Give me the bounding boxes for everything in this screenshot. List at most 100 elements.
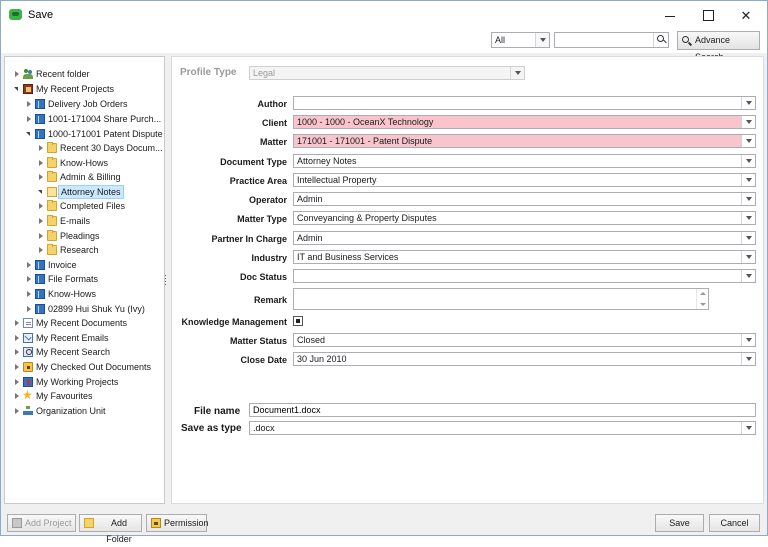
mail-icon: [23, 333, 33, 343]
matter-status-dropdown[interactable]: Closed: [293, 333, 756, 347]
chevron-down-icon[interactable]: [741, 116, 755, 128]
add-folder-button[interactable]: Add Folder: [79, 514, 142, 544]
chevron-down-icon[interactable]: [741, 270, 755, 282]
remark-textarea[interactable]: [293, 288, 709, 310]
matter-dropdown[interactable]: 171001 - 171001 - Patent Dispute: [293, 134, 756, 148]
expand-arrow-icon[interactable]: [13, 316, 21, 330]
save-as-type-value: .docx: [253, 423, 275, 433]
expand-arrow-icon[interactable]: [37, 156, 45, 170]
doc-status-label: Doc Status: [239, 272, 287, 282]
expand-arrow-icon[interactable]: [37, 229, 45, 243]
chevron-down-icon[interactable]: [741, 193, 755, 205]
search-scope-dropdown[interactable]: All: [491, 32, 550, 48]
file-name-label: File name: [194, 406, 241, 417]
star-icon: [22, 388, 33, 402]
file-name-box[interactable]: [249, 403, 756, 417]
book-icon: [35, 274, 45, 284]
search-box[interactable]: [554, 32, 669, 48]
collapse-arrow-icon[interactable]: [25, 127, 33, 141]
add-project-icon: [12, 518, 22, 528]
search-input[interactable]: [555, 33, 650, 47]
expand-arrow-icon[interactable]: [25, 112, 33, 126]
expand-arrow-icon[interactable]: [13, 389, 21, 403]
maximize-button[interactable]: [690, 1, 726, 30]
search-icon[interactable]: [653, 33, 668, 47]
chevron-down-icon[interactable]: [741, 422, 755, 434]
chevron-down-icon: [510, 67, 524, 79]
tree-item-label: Completed Files: [60, 201, 126, 211]
client-dropdown[interactable]: 1000 - 1000 - OceanX Technology: [293, 115, 756, 129]
add-project-button[interactable]: Add Project: [7, 514, 76, 532]
collapse-arrow-icon[interactable]: [37, 185, 45, 199]
operator-dropdown[interactable]: Admin: [293, 192, 756, 206]
chevron-down-icon[interactable]: [741, 155, 755, 167]
tree-item-label: Delivery Job Orders: [48, 99, 128, 109]
remark-scrollbar[interactable]: [696, 289, 708, 309]
chevron-down-icon[interactable]: [741, 251, 755, 263]
tree-item-label: Admin & Billing: [60, 172, 121, 182]
partner-in-charge-dropdown[interactable]: Admin: [293, 231, 756, 245]
save-button[interactable]: Save: [655, 514, 704, 532]
lock-icon: [151, 518, 161, 528]
expand-arrow-icon[interactable]: [37, 141, 45, 155]
expand-arrow-icon[interactable]: [25, 97, 33, 111]
expand-arrow-icon[interactable]: [13, 375, 21, 389]
expand-arrow-icon[interactable]: [13, 331, 21, 345]
chevron-down-icon[interactable]: [741, 174, 755, 186]
tree-item-label: Invoice: [48, 260, 77, 270]
tree-item-label: My Working Projects: [36, 377, 119, 387]
tree-item-label: My Recent Emails: [36, 333, 109, 343]
expand-arrow-icon[interactable]: [37, 214, 45, 228]
chevron-down-icon[interactable]: [741, 334, 755, 346]
tree-item-label: My Recent Projects: [36, 84, 115, 94]
chevron-down-icon[interactable]: [535, 33, 549, 47]
chevron-down-icon[interactable]: [741, 353, 755, 365]
minimize-button[interactable]: [652, 1, 688, 30]
expand-arrow-icon[interactable]: [37, 170, 45, 184]
folder-icon: [47, 157, 57, 168]
knowledge-management-checkbox[interactable]: [293, 316, 303, 326]
chevron-down-icon[interactable]: [741, 232, 755, 244]
close-date-picker[interactable]: 30 Jun 2010: [293, 352, 756, 366]
saved-search-icon: [23, 347, 33, 357]
expand-arrow-icon[interactable]: [37, 243, 45, 257]
search-scope-value: All: [495, 35, 506, 45]
expand-arrow-icon[interactable]: [13, 67, 21, 81]
chevron-down-icon[interactable]: [741, 97, 755, 109]
app-logo-icon: [9, 9, 22, 20]
industry-dropdown[interactable]: IT and Business Services: [293, 250, 756, 264]
expand-arrow-icon[interactable]: [37, 199, 45, 213]
expand-arrow-icon[interactable]: [25, 302, 33, 316]
matter-label: Matter: [259, 137, 287, 147]
expand-arrow-icon[interactable]: [25, 272, 33, 286]
permission-label: Permission: [164, 518, 209, 528]
partner-in-charge-label: Partner In Charge: [211, 234, 287, 244]
expand-arrow-icon[interactable]: [13, 404, 21, 418]
permission-button[interactable]: Permission: [146, 514, 209, 532]
expand-arrow-icon[interactable]: [25, 258, 33, 272]
book-icon: [35, 304, 45, 314]
matter-value: 171001 - 171001 - Patent Dispute: [297, 136, 433, 146]
folder-add-icon: [84, 518, 94, 528]
document-type-dropdown[interactable]: Attorney Notes: [293, 154, 756, 168]
cancel-button[interactable]: Cancel: [709, 514, 760, 532]
doc-status-dropdown[interactable]: [293, 269, 756, 283]
author-dropdown[interactable]: [293, 96, 756, 110]
practice-area-dropdown[interactable]: Intellectual Property: [293, 173, 756, 187]
expand-arrow-icon[interactable]: [13, 345, 21, 359]
chevron-down-icon[interactable]: [741, 212, 755, 224]
collapse-arrow-icon[interactable]: [13, 82, 21, 96]
panel-splitter-handle[interactable]: [165, 275, 168, 285]
folder-icon: [47, 244, 57, 255]
close-button[interactable]: ✕: [728, 1, 764, 30]
industry-label: Industry: [251, 253, 287, 263]
folder-tree[interactable]: Recent folder My Recent Projects Deliver…: [4, 56, 165, 504]
advance-search-button[interactable]: Advance Search: [677, 31, 760, 62]
save-as-type-dropdown[interactable]: .docx: [249, 421, 756, 435]
expand-arrow-icon[interactable]: [13, 360, 21, 374]
expand-arrow-icon[interactable]: [25, 287, 33, 301]
lock-icon: [23, 362, 33, 372]
chevron-down-icon[interactable]: [741, 135, 755, 147]
matter-type-dropdown[interactable]: Conveyancing & Property Disputes: [293, 211, 756, 225]
file-name-input[interactable]: [250, 404, 755, 416]
